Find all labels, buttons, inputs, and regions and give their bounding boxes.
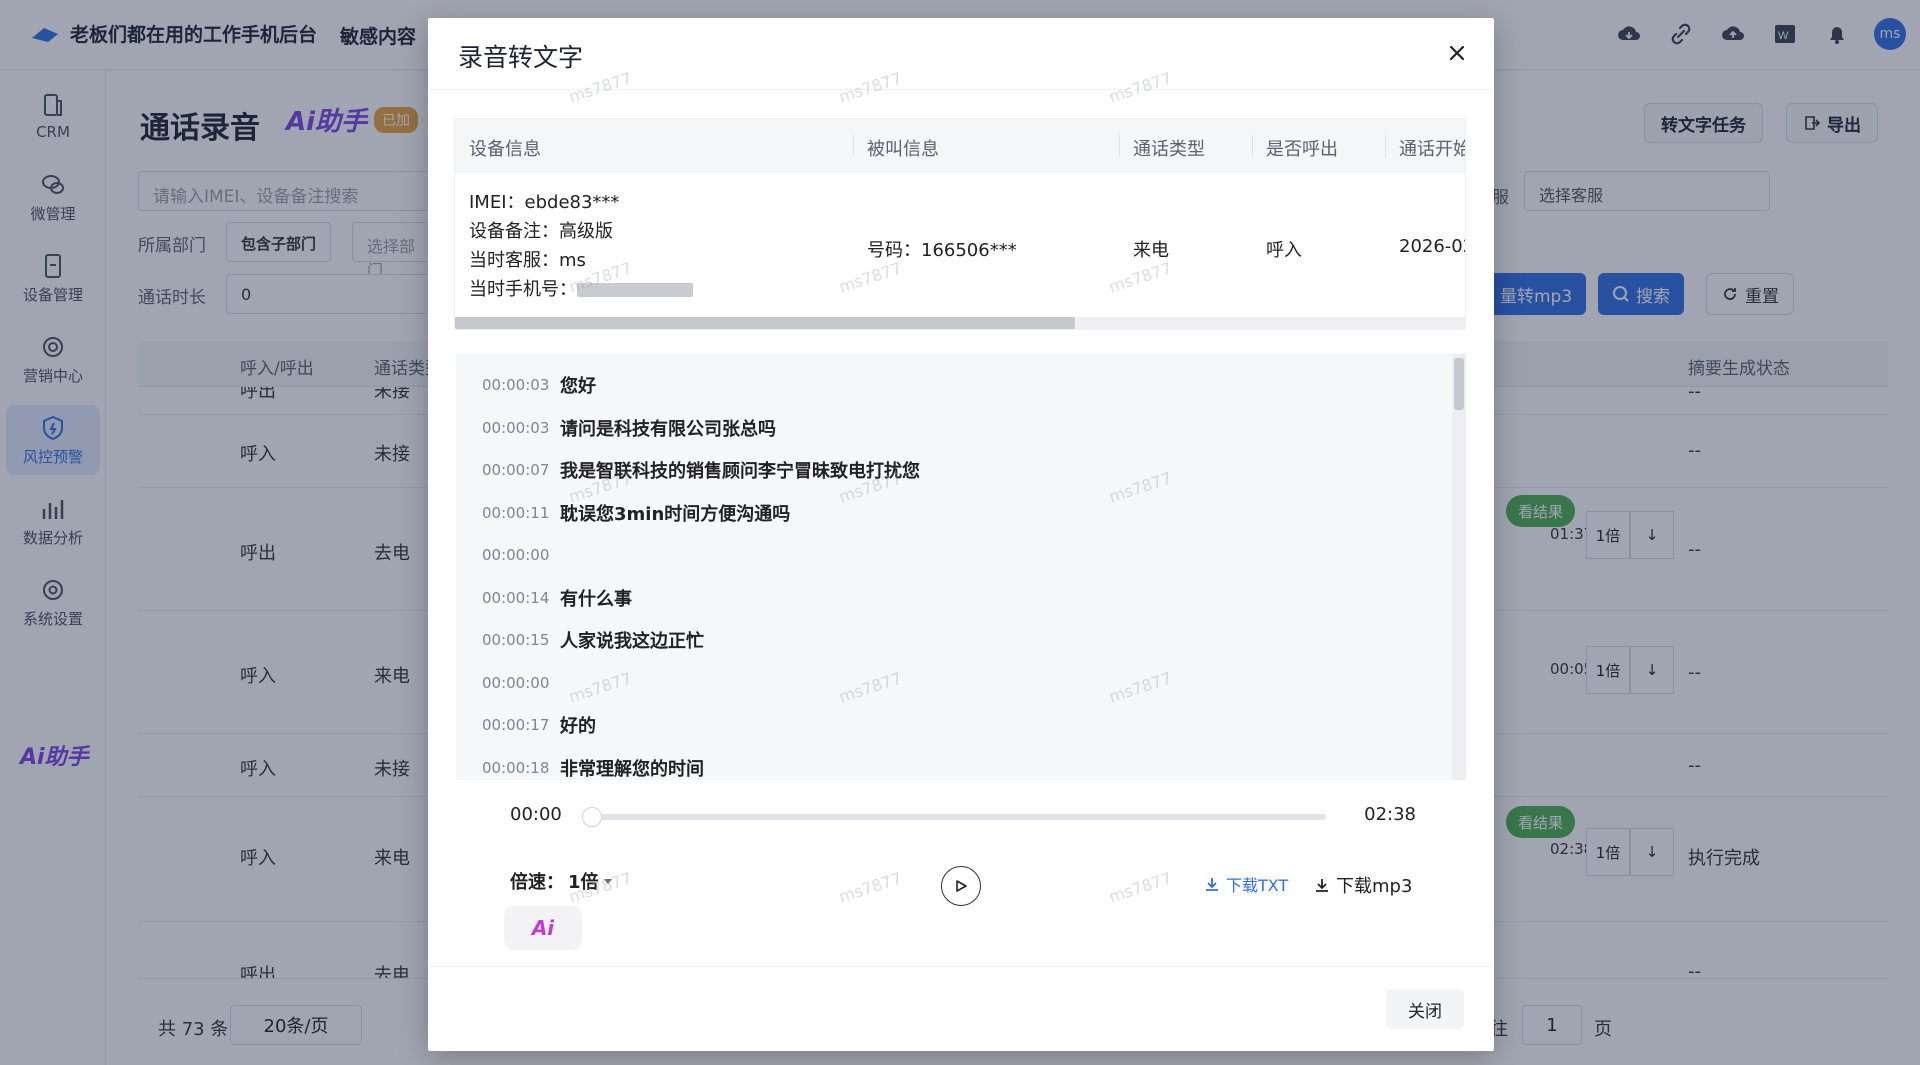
transcript-timestamp: 00:00:00 — [482, 673, 550, 692]
transcript-text: 请问是科技有限公司张总吗 — [560, 418, 776, 440]
col-device-info: 设备信息 — [469, 139, 541, 160]
masked-phone — [577, 283, 693, 297]
call-info-row: IMEI：ebde83*** 设备备注：高级版 当时客服：ms 当时手机号： 号… — [455, 173, 1465, 318]
transcript-line[interactable]: 00:00:00 — [482, 668, 560, 698]
progress-track[interactable] — [582, 807, 1326, 827]
progress-knob[interactable] — [582, 807, 602, 827]
watermark-text: ms7877 — [836, 868, 904, 907]
speed-label: 倍速： — [510, 872, 564, 893]
transcript-timestamp: 00:00:14 — [482, 588, 550, 607]
transcription-modal: 录音转文字 设备信息 被叫信息 通话类型 是否呼出 通话开始 IMEI：ebde… — [428, 18, 1494, 1051]
call-info-table: 设备信息 被叫信息 通话类型 是否呼出 通话开始 IMEI：ebde83*** … — [454, 118, 1466, 330]
transcript-line[interactable]: 00:00:18 非常理解您的时间 — [482, 753, 704, 781]
col-start-time: 通话开始 — [1399, 139, 1466, 160]
col-separator — [1385, 135, 1386, 157]
vertical-scrollbar[interactable] — [1452, 354, 1466, 780]
device-imei: IMEI：ebde83*** — [469, 192, 620, 213]
transcript-line[interactable]: 00:00:07 我是智联科技的销售顾问李宁冒昧致电打扰您 — [482, 455, 920, 485]
transcript-text: 耽误您3min时间方便沟通吗 — [560, 503, 791, 525]
download-txt-button[interactable]: 下载TXT — [1204, 872, 1288, 896]
modal-header: 录音转文字 — [428, 18, 1494, 90]
transcript-line[interactable]: 00:00:03 您好 — [482, 370, 596, 400]
vertical-scroll-thumb[interactable] — [1454, 358, 1464, 410]
transcript-timestamp: 00:00:17 — [482, 716, 550, 734]
device-agent: 当时客服：ms — [469, 250, 586, 271]
horizontal-scrollbar[interactable] — [455, 317, 1465, 329]
transcript-line[interactable]: 00:00:11 耽误您3min时间方便沟通吗 — [482, 498, 790, 528]
transcript-timestamp: 00:00:15 — [482, 631, 550, 649]
speed-select[interactable]: 倍速： 1倍 — [510, 868, 613, 894]
transcript-timestamp: 00:00:00 — [482, 546, 550, 564]
download-mp3-button[interactable]: 下载mp3 — [1314, 872, 1412, 898]
total-time: 02:38 — [1364, 804, 1416, 825]
col-call-type: 通话类型 — [1133, 139, 1205, 160]
transcript-line[interactable]: 00:00:00 — [482, 540, 560, 570]
close-button[interactable]: 关闭 — [1386, 989, 1464, 1029]
device-note: 设备备注：高级版 — [469, 221, 613, 242]
speed-value: 1倍 — [568, 872, 599, 893]
transcript-line[interactable]: 00:00:03 请问是科技有限公司张总吗 — [482, 413, 776, 443]
transcript-text: 人家说我这边正忙 — [560, 631, 704, 652]
watermark-text: ms7877 — [1106, 868, 1174, 907]
transcript-timestamp: 00:00:03 — [482, 376, 550, 394]
current-time: 00:00 — [510, 804, 562, 825]
horizontal-scroll-thumb[interactable] — [455, 317, 1075, 329]
transcript-text: 您好 — [560, 376, 596, 397]
download-mp3-label: 下载mp3 — [1336, 876, 1413, 897]
col-outgoing: 是否呼出 — [1266, 139, 1338, 160]
transcript-timestamp: 00:00:18 — [482, 758, 550, 777]
modal-footer: 关闭 — [428, 966, 1494, 1051]
download-txt-label: 下载TXT — [1226, 876, 1289, 895]
device-phone: 当时手机号： — [469, 275, 693, 301]
outgoing-value: 呼入 — [1266, 240, 1302, 261]
col-separator — [1252, 135, 1253, 157]
col-callee-info: 被叫信息 — [867, 139, 939, 160]
download-icon — [1206, 878, 1218, 891]
call-type-value: 来电 — [1133, 240, 1169, 261]
transcript-text: 好的 — [560, 716, 596, 737]
caret-down-icon — [603, 879, 612, 884]
play-icon — [956, 880, 967, 892]
col-separator — [853, 135, 854, 157]
play-button[interactable] — [941, 866, 981, 906]
transcript-text: 我是智联科技的销售顾问李宁冒昧致电打扰您 — [560, 461, 920, 482]
transcript-line[interactable]: 00:00:14 有什么事 — [482, 583, 632, 613]
transcript-timestamp: 00:00:11 — [482, 503, 550, 522]
transcript-line[interactable]: 00:00:15 人家说我这边正忙 — [482, 625, 704, 655]
transcript-text: 有什么事 — [560, 588, 632, 610]
transcript-text: 非常理解您的时间 — [560, 758, 704, 780]
download-icon — [1316, 879, 1328, 892]
transcript-panel[interactable]: 00:00:03 您好 00:00:03 请问是科技有限公司张总吗 00:00:07 我是… — [456, 354, 1466, 780]
close-icon[interactable] — [1442, 38, 1472, 68]
transcript-line[interactable]: 00:00:17 好的 — [482, 710, 596, 740]
start-time-value: 2026-02 — [1399, 236, 1465, 257]
callee-number: 号码：166506*** — [867, 240, 1017, 261]
call-info-header: 设备信息 被叫信息 通话类型 是否呼出 通话开始 — [455, 119, 1466, 173]
transcript-timestamp: 00:00:07 — [482, 461, 550, 479]
device-phone-label: 当时手机号： — [469, 279, 577, 300]
modal-title: 录音转文字 — [458, 43, 584, 72]
transcript-timestamp: 00:00:03 — [482, 418, 550, 437]
ai-assistant-button[interactable]: Ai — [504, 906, 582, 950]
col-separator — [1119, 135, 1120, 157]
